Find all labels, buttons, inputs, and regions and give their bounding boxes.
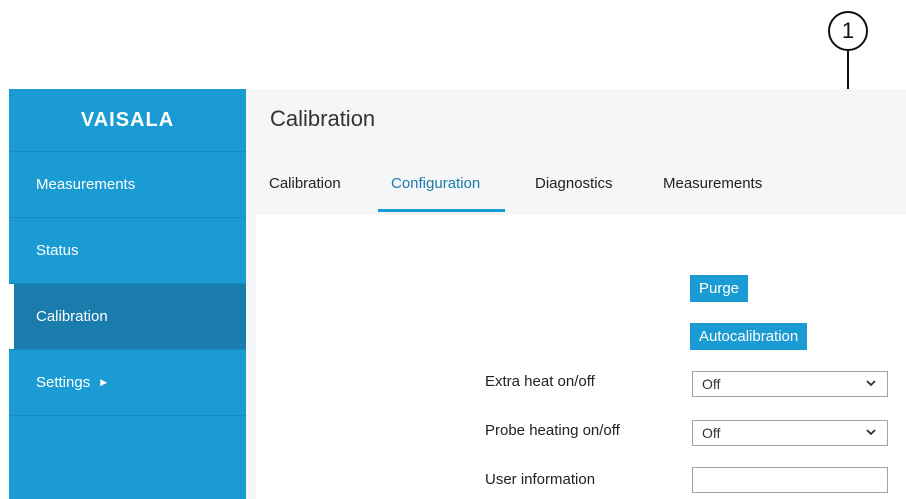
sidebar: VAISALA Measurements Status Calibration … <box>9 89 246 499</box>
tab-measurements[interactable]: Measurements <box>663 175 762 192</box>
extra-heat-value: Off <box>702 376 721 392</box>
chevron-down-icon <box>866 429 876 436</box>
user-information-input[interactable] <box>692 467 888 493</box>
extra-heat-select[interactable]: Off <box>692 371 888 397</box>
tab-configuration[interactable]: Configuration <box>391 175 480 192</box>
sidebar-item-settings[interactable]: Settings ▶ <box>9 350 246 416</box>
sidebar-item-calibration[interactable]: Calibration <box>9 284 246 350</box>
sidebar-item-status[interactable]: Status <box>9 218 246 284</box>
main-content: Calibration Calibration Configuration Di… <box>246 89 906 499</box>
callout-number: 1 <box>841 18 855 43</box>
vaisala-logo: VAISALA <box>9 89 246 152</box>
probe-heating-label: Probe heating on/off <box>485 422 620 439</box>
probe-heating-value: Off <box>702 425 721 441</box>
sidebar-item-label: Measurements <box>36 176 136 193</box>
extra-heat-label: Extra heat on/off <box>485 373 595 390</box>
callout-marker: 1 <box>828 11 868 51</box>
user-information-label: User information <box>485 471 596 488</box>
chevron-right-icon: ▶ <box>100 377 108 387</box>
autocalibration-button[interactable]: Autocalibration <box>690 323 808 350</box>
purge-button[interactable]: Purge <box>690 275 749 302</box>
tab-diagnostics[interactable]: Diagnostics <box>535 175 613 192</box>
chevron-down-icon <box>866 380 876 387</box>
page-title: Calibration <box>270 106 376 131</box>
tab-calibration[interactable]: Calibration <box>269 175 341 192</box>
sidebar-item-label: Status <box>36 242 79 259</box>
sidebar-item-label: Settings <box>36 374 91 391</box>
configuration-panel: Purge Autocalibration Extra heat on/off … <box>256 215 906 499</box>
sidebar-item-measurements[interactable]: Measurements <box>9 152 246 218</box>
probe-heating-select[interactable]: Off <box>692 420 888 446</box>
sidebar-item-label: Calibration <box>36 308 108 325</box>
active-tab-indicator <box>378 209 505 212</box>
tab-bar: Calibration Configuration Diagnostics Me… <box>246 151 906 215</box>
